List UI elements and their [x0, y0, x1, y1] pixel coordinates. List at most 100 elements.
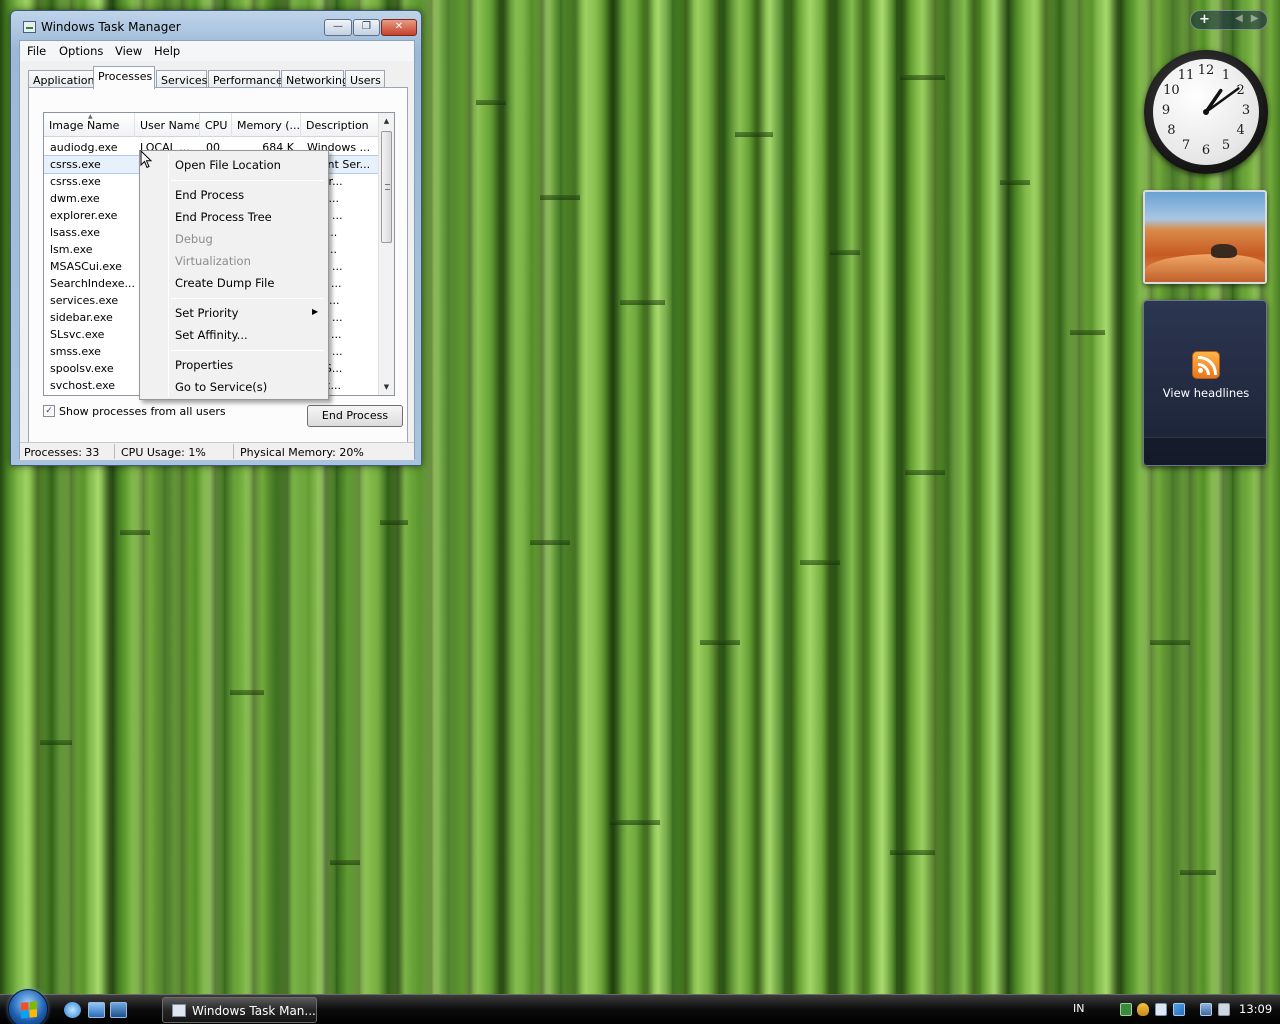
scroll-down-arrow[interactable]: ▼ [379, 379, 394, 395]
process-name: smss.exe [50, 345, 101, 358]
process-name: lsm.exe [50, 243, 93, 256]
taskbar-button-task-manager[interactable]: Windows Task Man... [162, 997, 317, 1023]
scroll-thumb[interactable] [381, 131, 392, 243]
internet-explorer-icon[interactable] [64, 1002, 81, 1018]
menu-go-to-services[interactable]: Go to Service(s) [175, 380, 267, 394]
clock-numeral: 3 [1241, 103, 1251, 118]
menu-bar: File Options View Help [20, 41, 414, 61]
menu-help[interactable]: Help [154, 44, 180, 58]
rss-feed-icon [1192, 351, 1220, 379]
menu-set-affinity[interactable]: Set Affinity... [175, 328, 248, 342]
column-description[interactable]: Description [301, 113, 380, 137]
menu-open-file-location[interactable]: Open File Location [175, 158, 281, 172]
show-desktop-icon[interactable] [88, 1002, 105, 1018]
menu-debug: Debug [175, 232, 213, 246]
clock-numeral: 8 [1167, 123, 1176, 138]
menu-virtualization: Virtualization [175, 254, 251, 268]
process-name: csrss.exe [50, 158, 101, 171]
view-headlines-link[interactable]: View headlines [1144, 386, 1268, 400]
column-headers: ▲ Image Name User Name CPU Memory (... D… [44, 113, 380, 137]
scroll-up-arrow[interactable]: ▲ [379, 113, 394, 129]
tab-applications[interactable]: Applications [28, 70, 100, 88]
menu-options[interactable]: Options [59, 44, 103, 58]
process-name: sidebar.exe [50, 311, 113, 324]
show-all-users-label: Show processes from all users [59, 405, 226, 418]
tray-volume-icon[interactable] [1218, 1003, 1230, 1016]
tray-security-shield-icon[interactable] [1137, 1003, 1149, 1016]
tab-services[interactable]: Services [156, 70, 207, 88]
status-bar: Processes: 33 CPU Usage: 1% Physical Mem… [20, 442, 414, 460]
status-physical-memory: Physical Memory: 20% [240, 446, 364, 459]
process-name: services.exe [50, 294, 119, 307]
close-button[interactable]: ✕ [381, 19, 417, 36]
menu-set-priority[interactable]: Set Priority [175, 306, 238, 320]
taskbar: Windows Task Man... IN 13:09 [0, 989, 1280, 1024]
mouse-pointer-icon [140, 150, 153, 169]
sort-ascending-icon: ▲ [88, 113, 93, 120]
maximize-button[interactable]: ❐ [353, 19, 380, 36]
tray-defender-icon[interactable] [1120, 1003, 1132, 1016]
clock-numeral: 11 [1177, 68, 1195, 84]
status-cpu-usage: CPU Usage: 1% [121, 446, 206, 459]
menu-end-process-tree[interactable]: End Process Tree [175, 210, 272, 224]
tab-processes[interactable]: Processes [93, 66, 155, 89]
tray-network-icon[interactable] [1173, 1003, 1185, 1016]
process-name: MSASCui.exe [50, 260, 122, 273]
show-all-users-checkbox[interactable]: ✓ [43, 405, 55, 417]
process-name: explorer.exe [50, 209, 118, 222]
process-name: SearchIndexe... [50, 277, 135, 290]
menu-create-dump-file[interactable]: Create Dump File [175, 276, 274, 290]
column-user-name[interactable]: User Name [135, 113, 200, 137]
column-cpu[interactable]: CPU [200, 113, 232, 137]
clock-numeral: 10 [1163, 83, 1180, 98]
tab-strip: Applications Processes Services Performa… [28, 66, 408, 89]
clock-numeral: 6 [1201, 143, 1211, 158]
feed-headlines-gadget[interactable]: View headlines [1143, 300, 1267, 466]
tab-performance[interactable]: Performance [208, 70, 283, 88]
column-image-name[interactable]: ▲ Image Name [44, 113, 135, 137]
desert-dune [1145, 254, 1265, 282]
clock-numeral: 2 [1236, 83, 1245, 98]
clock-numeral: 5 [1221, 137, 1231, 153]
process-name: csrss.exe [50, 175, 101, 188]
clock-numeral: 1 [1221, 68, 1231, 84]
process-name: svchost.exe [50, 379, 116, 392]
process-name: lsass.exe [50, 226, 100, 239]
clock-numeral: 7 [1181, 137, 1191, 153]
clock-face: 12 1 2 3 4 5 6 7 8 9 10 11 [1153, 59, 1259, 165]
task-manager-icon [23, 21, 36, 33]
process-name: audiodg.exe [50, 141, 118, 154]
clock-gadget[interactable]: 12 1 2 3 4 5 6 7 8 9 10 11 [1144, 50, 1268, 174]
feed-footer [1144, 437, 1266, 465]
process-name: spoolsv.exe [50, 362, 114, 375]
tray-computer-icon[interactable] [1200, 1003, 1212, 1016]
menu-properties[interactable]: Properties [175, 358, 233, 372]
oryx-silhouette [1211, 244, 1237, 258]
submenu-arrow-icon: ▶ [312, 307, 319, 316]
start-button[interactable] [8, 989, 48, 1024]
clock-numeral: 12 [1197, 63, 1215, 78]
menu-end-process[interactable]: End Process [175, 188, 244, 202]
taskbar-clock[interactable]: 13:09 [1239, 1002, 1272, 1016]
column-memory[interactable]: Memory (... [232, 113, 301, 137]
task-manager-icon [172, 1004, 186, 1017]
add-gadget-button[interactable]: + [1199, 12, 1210, 27]
switch-windows-icon[interactable] [110, 1002, 127, 1018]
process-name: SLsvc.exe [50, 328, 105, 341]
minimize-button[interactable]: — [324, 19, 352, 36]
slideshow-gadget[interactable] [1143, 190, 1267, 284]
tray-checkmark-icon[interactable] [1155, 1003, 1167, 1016]
end-process-button[interactable]: End Process [307, 405, 403, 427]
status-processes: Processes: 33 [24, 446, 100, 459]
tab-networking[interactable]: Networking [281, 70, 349, 88]
clock-numeral: 4 [1236, 123, 1245, 138]
vertical-scrollbar[interactable]: ▲ ▼ [378, 113, 394, 395]
process-context-menu: Open File Location End Process End Proce… [139, 150, 329, 400]
process-name: dwm.exe [50, 192, 100, 205]
menu-file[interactable]: File [27, 44, 46, 58]
sidebar-page-nav[interactable]: ◀▶ [1235, 13, 1266, 24]
language-indicator[interactable]: IN [1073, 1002, 1084, 1015]
clock-numeral: 9 [1161, 103, 1171, 118]
tab-users[interactable]: Users [345, 70, 385, 88]
menu-view[interactable]: View [115, 44, 142, 58]
